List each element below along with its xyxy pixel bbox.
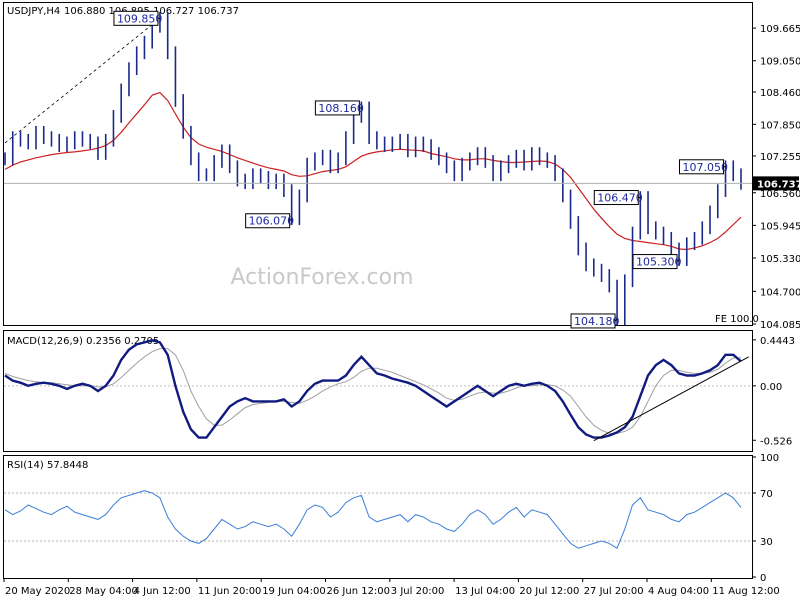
current-price-label: 106.737 <box>757 179 800 190</box>
x-tick-label: 20 Jul 12:00 <box>519 586 579 597</box>
price-tick-label: 105.945 <box>760 221 800 232</box>
rsi-tick-label: 30 <box>760 537 773 548</box>
fe-label: FE 100.0 <box>715 314 759 325</box>
annotation-label: 108.160 <box>314 100 364 116</box>
annotation-text: 107.050 <box>683 161 729 174</box>
rsi-tick-label: 0 <box>760 573 766 584</box>
annotation-text: 106.470 <box>597 192 643 205</box>
annotation-text: 109.850 <box>117 12 162 25</box>
x-tick-label: 4 Jun 12:00 <box>134 586 191 597</box>
x-axis: 20 May 2020 28 May 04:004 Jun 12:00 11 Jun… <box>3 578 780 597</box>
price-tick-label: 104.085 <box>760 320 800 331</box>
chart-canvas: ActionForex.com USDJPY,H4 106.880 106.89… <box>3 2 800 597</box>
x-tick-label: 11 Jun 20:00 <box>198 586 262 597</box>
price-tick-label: 104.700 <box>760 287 800 298</box>
price-tick-label: 106.560 <box>760 189 800 200</box>
rsi-tick-label: 100 <box>760 453 779 464</box>
x-tick-label: 11 Aug 12:00 <box>712 586 779 597</box>
annotation-label: 107.050 <box>679 159 729 175</box>
rsi-tick-label: 70 <box>760 489 773 500</box>
macd-panel <box>3 330 753 452</box>
price-tick-label: 109.665 <box>760 24 800 35</box>
x-tick-label: 13 Jul 04:00 <box>455 586 515 597</box>
x-tick-label: 19 Jun 04:00 <box>262 586 326 597</box>
symbol-label: USDJPY,H4 <box>7 6 60 17</box>
annotation-label: 109.850 <box>113 10 162 26</box>
price-tick-label: 107.850 <box>760 120 800 131</box>
rsi-panel <box>3 455 753 579</box>
annotation-text: 104.180 <box>574 315 620 328</box>
rsi-y-axis: 100 70 30 0 <box>752 453 779 584</box>
price-tick-label: 108.460 <box>760 88 800 99</box>
annotation-label: 104.180 <box>570 313 620 329</box>
annotation-label: 106.470 <box>593 190 643 206</box>
price-tick-label: 105.330 <box>760 254 800 265</box>
x-tick-label: 4 Aug 04:00 <box>648 586 709 597</box>
x-tick-label: 27 Jul 20:00 <box>584 586 644 597</box>
annotation-text: 108.160 <box>318 102 364 115</box>
annotation-text: 106.070 <box>249 215 295 228</box>
macd-tick-label: 0.4443 <box>760 336 795 347</box>
x-tick-label: 3 Jul 20:00 <box>391 586 445 597</box>
x-tick-label: 28 May 04:00 <box>69 586 138 597</box>
price-tick-label: 109.050 <box>760 57 800 68</box>
x-tick-label: 20 May 2020 <box>5 586 70 597</box>
rsi-title: RSI(14) 57.8448 <box>7 460 88 471</box>
annotation-label: 106.070 <box>245 213 295 229</box>
price-tick-label: 107.255 <box>760 152 800 163</box>
macd-y-axis: 0.4443 0.00 -0.526 <box>752 336 795 447</box>
annotation-text: 105.300 <box>636 256 682 269</box>
x-tick-label: 26 Jun 12:00 <box>327 586 391 597</box>
macd-tick-label: 0.00 <box>760 382 782 393</box>
annotation-label: 105.300 <box>632 254 682 270</box>
macd-tick-label: -0.526 <box>760 436 792 447</box>
watermark: ActionForex.com <box>231 265 414 290</box>
